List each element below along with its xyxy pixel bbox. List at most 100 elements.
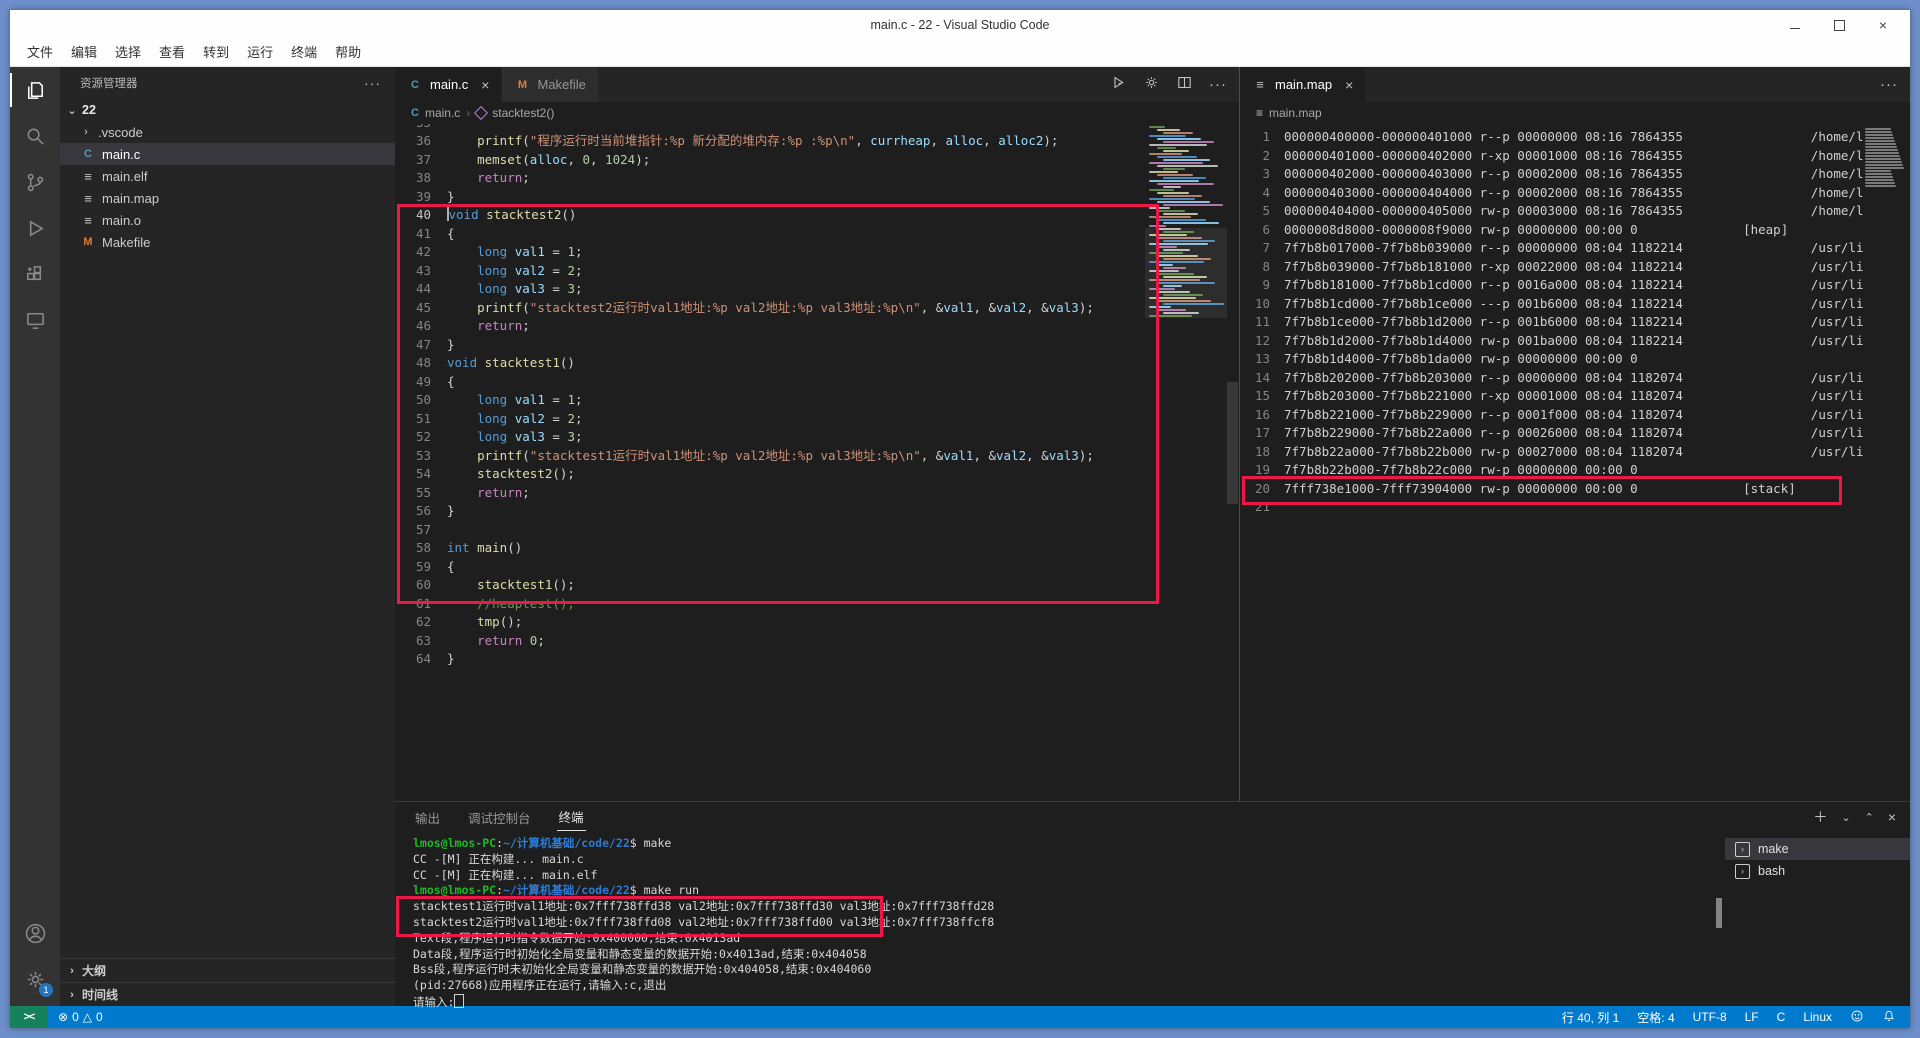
source-control-icon[interactable] [10,159,60,205]
tab-main-map[interactable]: ≡ main.map × [1240,67,1366,102]
terminal[interactable]: lmos@lmos-PC:~/计算机基础/code/22$ makeCC -[M… [395,832,1725,1008]
terminal-session-make[interactable]: ›make [1725,838,1910,860]
code-line[interactable]: 54 stacktest2(); [395,465,1144,484]
gear-icon[interactable] [1143,74,1160,96]
code-line[interactable]: 40void stacktest2() [395,206,1144,225]
code-line[interactable]: 61 //heaptest(); [395,595,1144,614]
extensions-icon[interactable] [10,251,60,297]
map-line[interactable]: 187f7b8b22a000-7f7b8b22b000 rw-p 0002700… [1240,443,1910,462]
remote-explorer-icon[interactable] [10,297,60,343]
tree-item--vscode[interactable]: ›.vscode [60,121,395,143]
account-icon[interactable] [10,910,60,956]
close-icon[interactable]: × [1876,18,1890,32]
more-actions-icon[interactable]: ··· [1209,76,1227,93]
map-line[interactable]: 97f7b8b181000-7f7b8b1cd000 r--p 0016a000… [1240,276,1910,295]
tree-item-main-map[interactable]: ≡main.map [60,187,395,209]
menu-item-help[interactable]: 帮助 [326,40,370,66]
map-line[interactable]: 147f7b8b202000-7f7b8b203000 r--p 0000000… [1240,369,1910,388]
map-line[interactable]: 207fff738e1000-7fff73904000 rw-p 0000000… [1240,480,1910,499]
code-line[interactable]: 41{ [395,225,1144,244]
map-line[interactable]: 177f7b8b229000-7f7b8b22a000 r--p 0002600… [1240,424,1910,443]
map-line[interactable]: 60000008d8000-0000008f9000 rw-p 00000000… [1240,221,1910,240]
map-line[interactable]: 127f7b8b1d2000-7f7b8b1d4000 rw-p 001ba00… [1240,332,1910,351]
tree-item-Makefile[interactable]: MMakefile [60,231,395,253]
menu-item-run[interactable]: 运行 [238,40,282,66]
notifications-bell-icon[interactable] [1882,1009,1896,1026]
close-panel-icon[interactable]: × [1888,809,1896,825]
language-mode[interactable]: C [1777,1010,1786,1024]
code-line[interactable]: 35 [395,124,1144,132]
map-line[interactable]: 197f7b8b22b000-7f7b8b22c000 rw-p 0000000… [1240,461,1910,480]
minimap[interactable] [1149,126,1223,801]
tab-debug-console[interactable]: 调试控制台 [466,804,533,831]
code-line[interactable]: 60 stacktest1(); [395,576,1144,595]
menu-item-edit[interactable]: 编辑 [62,40,106,66]
maximize-panel-icon[interactable]: ⌃ [1865,811,1874,824]
menu-item-terminal[interactable]: 终端 [282,40,326,66]
breadcrumb-map[interactable]: ≡ main.map [1240,102,1910,124]
code-line[interactable]: 56} [395,502,1144,521]
more-actions-icon[interactable]: ··· [1880,76,1898,93]
chevron-down-icon[interactable]: ⌄ [1841,811,1850,824]
code-line[interactable]: 38 return; [395,169,1144,188]
settings-gear-icon[interactable]: 1 [10,956,60,1002]
code-line[interactable]: 47} [395,336,1144,355]
code-line[interactable]: 50 long val1 = 1; [395,391,1144,410]
tab-main-c[interactable]: C main.c × [395,67,502,102]
code-line[interactable]: 59{ [395,558,1144,577]
code-line[interactable]: 44 long val3 = 3; [395,280,1144,299]
code-line[interactable]: 45 printf("stacktest2运行时val1地址:%p val2地址… [395,299,1144,318]
code-line[interactable]: 46 return; [395,317,1144,336]
run-file-icon[interactable] [1110,74,1127,96]
code-line[interactable]: 36 printf("程序运行时当前堆指针:%p 新分配的堆内存:%p :%p\… [395,132,1144,151]
warning-count[interactable]: 0 [96,1010,103,1024]
map-line[interactable]: 21 [1240,498,1910,517]
code-editor[interactable]: 3536 printf("程序运行时当前堆指针:%p 新分配的堆内存:%p :%… [395,124,1239,801]
minimize-icon[interactable] [1788,18,1802,32]
timeline-section[interactable]: › 时间线 [60,982,395,1006]
minimap[interactable] [1865,128,1907,188]
remote-os[interactable]: Linux [1803,1010,1832,1024]
code-line[interactable]: 63 return 0; [395,632,1144,651]
menu-item-view[interactable]: 查看 [150,40,194,66]
terminal-session-bash[interactable]: ›bash [1725,860,1910,882]
tree-item-main-elf[interactable]: ≡main.elf [60,165,395,187]
code-line[interactable]: 52 long val3 = 3; [395,428,1144,447]
split-editor-icon[interactable] [1176,74,1193,96]
feedback-icon[interactable] [1850,1009,1864,1026]
sidebar-more-icon[interactable]: ··· [364,75,381,91]
breadcrumb[interactable]: C main.c › stacktest2() [395,102,1239,124]
maximize-icon[interactable] [1832,18,1846,32]
map-line[interactable]: 3000000402000-000000403000 r--p 00002000… [1240,165,1910,184]
indentation[interactable]: 空格: 4 [1637,1009,1674,1026]
run-debug-icon[interactable] [10,205,60,251]
tab-terminal[interactable]: 终端 [557,803,586,831]
code-line[interactable]: 42 long val1 = 1; [395,243,1144,262]
code-line[interactable]: 48void stacktest1() [395,354,1144,373]
map-line[interactable]: 87f7b8b039000-7f7b8b181000 r-xp 00022000… [1240,258,1910,277]
tab-output[interactable]: 输出 [413,804,442,831]
remote-indicator[interactable]: >< [10,1006,48,1028]
map-editor[interactable]: 1000000400000-000000401000 r--p 00000000… [1240,124,1910,801]
map-line[interactable]: 137f7b8b1d4000-7f7b8b1da000 rw-p 0000000… [1240,350,1910,369]
map-line[interactable]: 107f7b8b1cd000-7f7b8b1ce000 ---p 001b600… [1240,295,1910,314]
editor-scrollbar[interactable] [1227,382,1238,504]
map-line[interactable]: 77f7b8b017000-7f7b8b039000 r--p 00000000… [1240,239,1910,258]
encoding[interactable]: UTF-8 [1693,1010,1727,1024]
code-line[interactable]: 37 memset(alloc, 0, 1024); [395,151,1144,170]
menu-item-selection[interactable]: 选择 [106,40,150,66]
code-line[interactable]: 57 [395,521,1144,540]
tab-close-icon[interactable]: × [1345,77,1353,93]
menu-item-file[interactable]: 文件 [18,40,62,66]
map-line[interactable]: 2000000401000-000000402000 r-xp 00001000… [1240,147,1910,166]
code-line[interactable]: 43 long val2 = 2; [395,262,1144,281]
map-line[interactable]: 167f7b8b221000-7f7b8b229000 r--p 0001f00… [1240,406,1910,425]
outline-section[interactable]: › 大纲 [60,958,395,982]
menu-item-goto[interactable]: 转到 [194,40,238,66]
code-line[interactable]: 55 return; [395,484,1144,503]
code-line[interactable]: 62 tmp(); [395,613,1144,632]
code-line[interactable]: 39} [395,188,1144,207]
map-line[interactable]: 5000000404000-000000405000 rw-p 00003000… [1240,202,1910,221]
code-line[interactable]: 64} [395,650,1144,669]
tab-close-icon[interactable]: × [481,77,489,93]
